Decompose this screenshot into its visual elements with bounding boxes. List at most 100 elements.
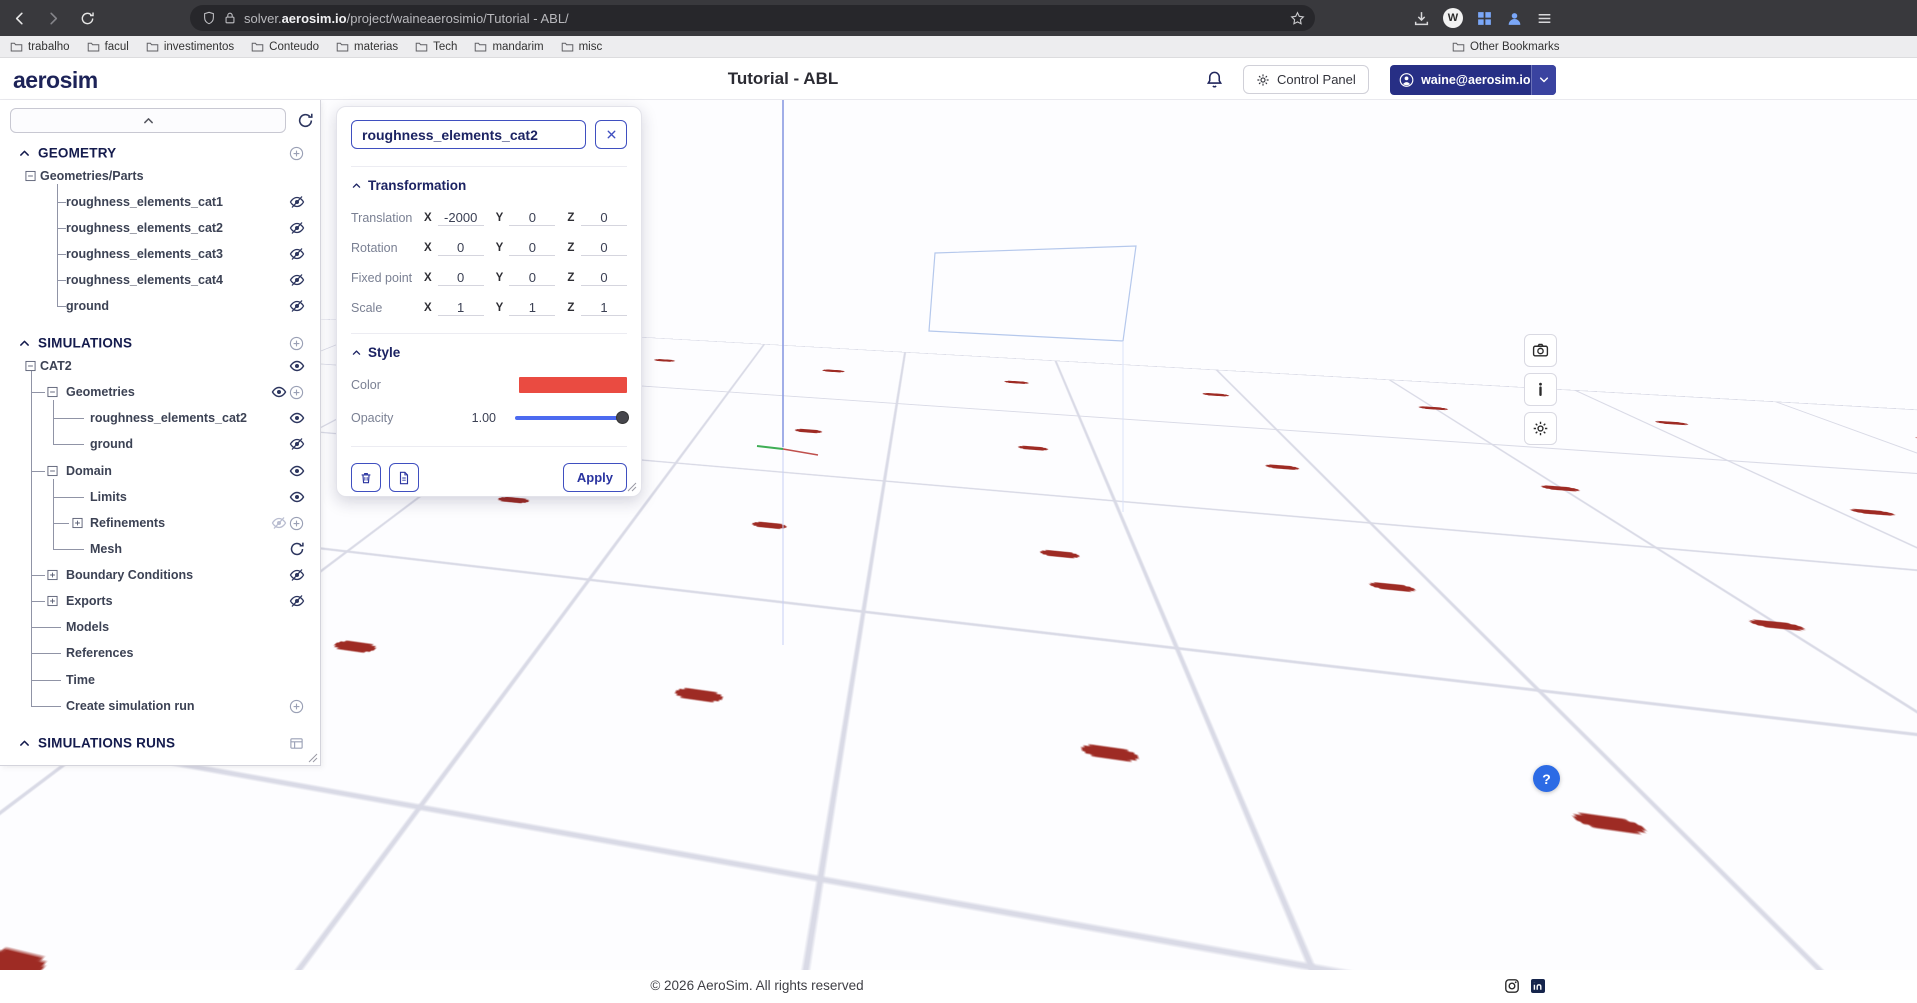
tree-item-create-simulation-run[interactable]: Create simulation run [0, 693, 320, 719]
chevron-up-icon[interactable] [18, 147, 31, 160]
user-menu-chevron[interactable] [1531, 65, 1556, 95]
translation-z-input[interactable] [581, 210, 627, 226]
apply-button[interactable]: Apply [563, 463, 627, 492]
scale-y-input[interactable] [509, 300, 555, 316]
bookmark-folder-materias[interactable]: materias [336, 40, 398, 53]
bookmark-star-button[interactable] [1290, 11, 1305, 26]
url-bar[interactable]: solver.aerosim.io/project/waineaerosimio… [190, 5, 1315, 31]
tree-item-ground[interactable]: ground [0, 293, 320, 319]
rotation-y-input[interactable] [509, 240, 555, 256]
create-simulation-run-button[interactable] [289, 698, 305, 714]
linkedin-link[interactable] [1530, 978, 1546, 994]
regenerate-mesh-button[interactable] [289, 541, 305, 557]
bookmark-folder-mandarim[interactable]: mandarim [474, 40, 543, 53]
tree-item-roughness-elements-cat4[interactable]: roughness_elements_cat4 [0, 267, 320, 293]
bookmark-folder-conteudo[interactable]: Conteudo [251, 40, 319, 53]
browser-profile-button[interactable] [1506, 10, 1523, 27]
fixed-point-z-input[interactable] [581, 270, 627, 286]
sidebar-resize-handle[interactable] [308, 753, 318, 763]
tree-item-mesh[interactable]: Mesh [0, 536, 320, 562]
bookmark-folder-facul[interactable]: facul [87, 40, 129, 53]
tree-item-roughness-elements-cat3[interactable]: roughness_elements_cat3 [0, 241, 320, 267]
visibility-toggle[interactable] [289, 436, 305, 452]
visibility-toggle[interactable] [289, 220, 305, 236]
duplicate-element-button[interactable] [389, 463, 419, 492]
chevron-up-icon[interactable] [18, 737, 31, 750]
plus-box-icon[interactable] [47, 596, 58, 607]
visibility-toggle[interactable] [289, 358, 305, 374]
opacity-slider[interactable] [515, 416, 627, 420]
panel-resize-handle[interactable] [627, 482, 637, 492]
tree-item-limits[interactable]: Limits [0, 484, 320, 510]
tree-item-models[interactable]: Models [0, 614, 320, 640]
tree-item-cat2[interactable]: CAT2 [0, 353, 320, 379]
visibility-toggle[interactable] [289, 298, 305, 314]
rotation-z-input[interactable] [581, 240, 627, 256]
instagram-link[interactable] [1504, 978, 1520, 994]
minus-box-icon[interactable] [47, 466, 58, 477]
visibility-toggle[interactable] [289, 463, 305, 479]
forward-button[interactable] [38, 3, 68, 33]
control-panel-button[interactable]: Control Panel [1243, 65, 1369, 94]
translation-x-input[interactable] [438, 210, 484, 226]
tree-item-refinements[interactable]: Refinements [0, 510, 320, 536]
close-panel-button[interactable] [595, 120, 627, 149]
reload-button[interactable] [72, 3, 102, 33]
visibility-toggle[interactable] [289, 489, 305, 505]
visibility-toggle[interactable] [271, 384, 287, 400]
w-extension-icon[interactable]: W [1443, 8, 1463, 28]
tree-section-simulation-runs[interactable]: SIMULATIONS RUNS [0, 730, 320, 756]
translation-y-input[interactable] [509, 210, 555, 226]
style-section-header[interactable]: Style [351, 345, 627, 360]
tree-item-domain[interactable]: Domain [0, 458, 320, 484]
add-sim-geometry-button[interactable] [289, 384, 305, 400]
color-swatch[interactable] [519, 377, 627, 393]
minus-box-icon[interactable] [25, 361, 36, 372]
minus-box-icon[interactable] [47, 387, 58, 398]
user-menu-button[interactable]: waine@aerosim.io [1390, 65, 1556, 95]
delete-element-button[interactable] [351, 463, 381, 492]
add-refinement-button[interactable] [289, 515, 305, 531]
visibility-toggle[interactable] [289, 593, 305, 609]
add-geometry-button[interactable] [289, 145, 305, 161]
tree-item-exports[interactable]: Exports [0, 588, 320, 614]
help-button[interactable]: ? [1533, 765, 1560, 792]
downloads-button[interactable] [1413, 10, 1430, 27]
transformation-section-header[interactable]: Transformation [351, 178, 627, 193]
visibility-toggle[interactable] [289, 272, 305, 288]
bookmark-folder-trabalho[interactable]: trabalho [10, 40, 70, 53]
screenshot-button[interactable] [1524, 334, 1557, 367]
tree-refresh-button[interactable] [297, 109, 319, 131]
other-bookmarks[interactable]: Other Bookmarks [1452, 40, 1559, 53]
tree-item-sim-roughness-elements-cat2[interactable]: roughness_elements_cat2 [0, 405, 320, 431]
open-runs-panel-button[interactable] [289, 735, 305, 751]
info-button[interactable] [1524, 373, 1557, 406]
bookmark-folder-investimentos[interactable]: investimentos [146, 40, 234, 53]
scale-x-input[interactable] [438, 300, 484, 316]
rotation-x-input[interactable] [438, 240, 484, 256]
visibility-toggle[interactable] [289, 410, 305, 426]
tree-item-time[interactable]: Time [0, 667, 320, 693]
tree-item-sim-ground[interactable]: ground [0, 431, 320, 457]
chevron-up-icon[interactable] [18, 337, 31, 350]
visibility-toggle[interactable] [289, 246, 305, 262]
tree-item-geometries-parts[interactable]: Geometries/Parts [0, 163, 320, 189]
bookmark-folder-tech[interactable]: Tech [415, 40, 457, 53]
aerosim-logo[interactable]: aerosim [13, 67, 98, 94]
add-simulation-button[interactable] [289, 335, 305, 351]
fixed-point-x-input[interactable] [438, 270, 484, 286]
fixed-point-y-input[interactable] [509, 270, 555, 286]
visibility-toggle[interactable] [289, 567, 305, 583]
notifications-button[interactable] [1205, 68, 1227, 90]
bookmark-folder-misc[interactable]: misc [561, 40, 603, 53]
visibility-toggle[interactable] [289, 194, 305, 210]
scale-z-input[interactable] [581, 300, 627, 316]
element-name-input[interactable] [351, 120, 586, 149]
viewport-settings-button[interactable] [1524, 412, 1557, 445]
tree-collapse-bar[interactable] [10, 108, 286, 133]
tree-item-references[interactable]: References [0, 640, 320, 666]
extensions-button[interactable] [1476, 10, 1493, 27]
back-button[interactable] [4, 3, 34, 33]
plus-box-icon[interactable] [47, 570, 58, 581]
browser-menu-button[interactable] [1536, 10, 1553, 27]
